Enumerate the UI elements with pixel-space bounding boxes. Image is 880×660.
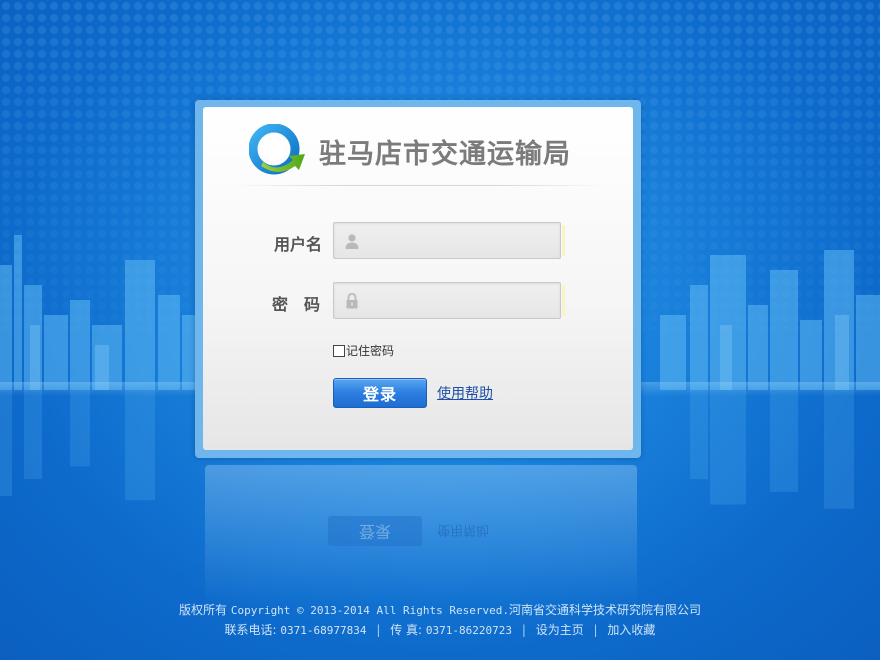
password-input[interactable] xyxy=(366,283,556,318)
lock-icon xyxy=(346,293,358,309)
fax-number: 0371-86220723 xyxy=(425,624,512,637)
password-label-char-1: 密 xyxy=(271,295,290,314)
footer-separator: | xyxy=(593,623,598,637)
phone-number: 0371-68977834 xyxy=(280,624,367,637)
password-label-char-2: 码 xyxy=(303,295,322,314)
copyright-text: Copyright © 2013-2014 All Rights Reserve… xyxy=(230,604,509,617)
remember-password-checkbox[interactable] xyxy=(333,344,345,357)
help-link-reflection: 使用帮助 xyxy=(437,522,490,537)
username-label: 用户名 xyxy=(273,235,322,254)
footer-separator: | xyxy=(521,623,526,637)
logo-circle-arrow-icon xyxy=(249,124,305,175)
phone-label: 联系电话: xyxy=(224,623,277,637)
copyright-organization: 河南省交通科学技术研究院有限公司 xyxy=(508,603,701,617)
footer-contact: 联系电话: 0371-68977834 | 传 真: 0371-86220723… xyxy=(0,621,880,638)
footer-copyright: 版权所有 Copyright © 2013-2014 All Rights Re… xyxy=(0,601,880,618)
login-button-reflection: 登录 xyxy=(328,516,422,546)
login-button[interactable]: 登录 xyxy=(333,378,427,408)
footer-separator: | xyxy=(376,623,381,637)
help-link[interactable]: 使用帮助 xyxy=(437,383,493,403)
set-homepage-link[interactable]: 设为主页 xyxy=(536,623,584,637)
copyright-prefix: 版权所有 xyxy=(178,603,227,617)
user-icon xyxy=(345,234,359,249)
fax-label: 传 真: xyxy=(390,623,423,637)
password-field[interactable] xyxy=(333,282,565,319)
remember-password-label[interactable]: 记住密码 xyxy=(346,342,394,359)
title-divider xyxy=(232,185,607,186)
password-label: 密码 xyxy=(242,291,322,315)
add-favorite-link[interactable]: 加入收藏 xyxy=(607,623,655,637)
username-input[interactable] xyxy=(366,223,556,258)
remember-password-option[interactable]: 记住密码 xyxy=(333,342,394,359)
username-field[interactable] xyxy=(333,222,565,259)
organization-title: 驻马店市交通运输局 xyxy=(319,139,571,170)
